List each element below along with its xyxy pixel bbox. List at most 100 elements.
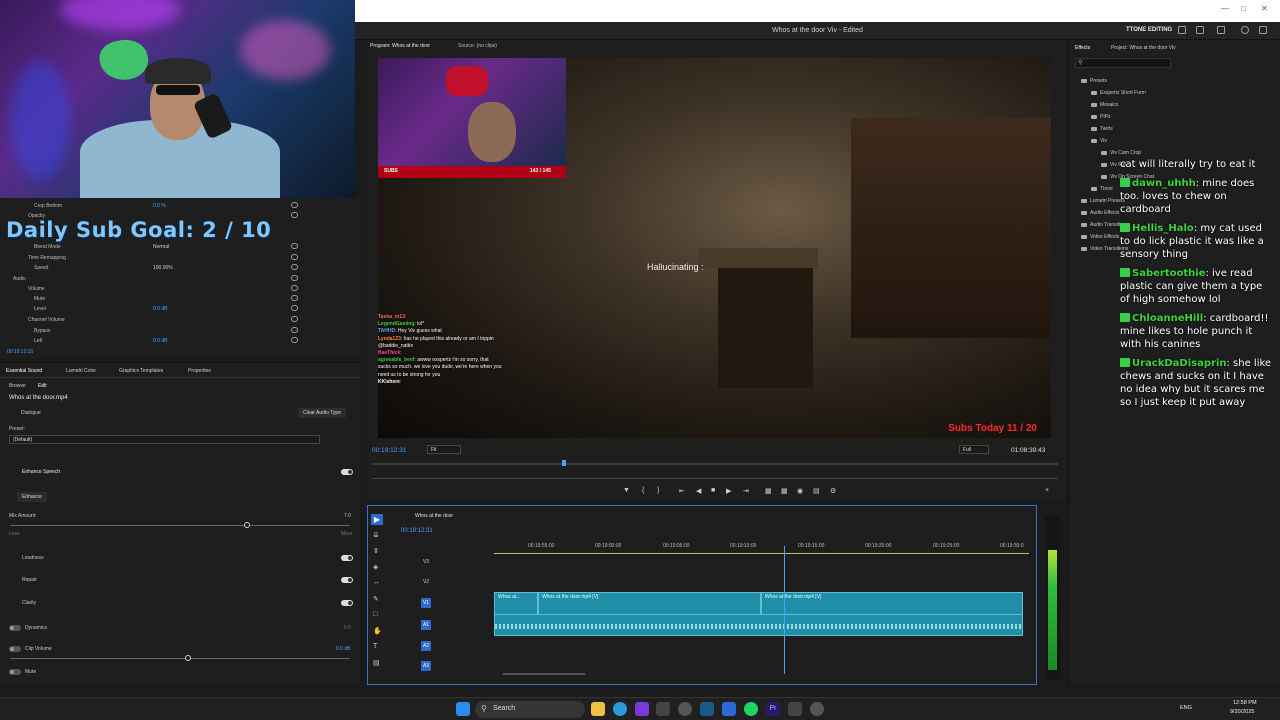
clip-volume-knob[interactable]: [185, 655, 191, 661]
effect-control-row[interactable]: Time Remapping: [0, 253, 355, 263]
search-icon[interactable]: [1241, 26, 1249, 34]
stop-icon[interactable]: ■: [711, 487, 715, 494]
taskbar-search[interactable]: ⚲ Search: [475, 701, 585, 718]
clip-volume-slider[interactable]: [10, 658, 350, 659]
settings-icon[interactable]: ⚙: [830, 487, 836, 495]
track-header-v3[interactable]: V3: [421, 557, 431, 567]
reset-icon[interactable]: [291, 327, 298, 333]
effects-tree-item[interactable]: PIPs: [1091, 114, 1111, 120]
reset-icon[interactable]: [291, 275, 298, 281]
work-area-bar[interactable]: [494, 553, 1029, 554]
file-explorer-icon[interactable]: [591, 702, 605, 716]
razor-tool-icon[interactable]: ◈: [373, 563, 378, 571]
reset-icon[interactable]: [291, 285, 298, 291]
tab-graphics-templates[interactable]: Graphics Templates: [119, 368, 163, 374]
tab-essential-sound[interactable]: Essential Sound: [6, 368, 42, 374]
tab-program[interactable]: Program: Whos at the door: [370, 43, 430, 49]
tab-lumetri-color[interactable]: Lumetri Color: [66, 368, 96, 374]
program-playhead[interactable]: [562, 460, 566, 466]
effect-control-row[interactable]: Level 0.0 dB: [0, 304, 355, 314]
clock-time[interactable]: 12:58 PM: [1233, 700, 1257, 706]
effects-tree-item[interactable]: Ttone: [1091, 186, 1113, 192]
track-header-a3[interactable]: A3: [421, 661, 431, 671]
sequence-tab[interactable]: Whos at the door: [415, 513, 453, 519]
effect-control-row[interactable]: Left 0.0 dB: [0, 336, 355, 346]
maximize-icon[interactable]: □: [1241, 4, 1246, 13]
timeline-timecode[interactable]: 00:19:12:31: [401, 528, 433, 534]
reset-icon[interactable]: [291, 212, 298, 218]
clip-volume-toggle[interactable]: [9, 646, 21, 652]
effects-tree-item[interactable]: Video Effects: [1081, 234, 1119, 240]
reset-icon[interactable]: [291, 316, 298, 322]
effects-search-input[interactable]: [1075, 58, 1171, 68]
effect-control-row[interactable]: Blend Mode Normal: [0, 242, 355, 252]
track-select-icon[interactable]: ⇊: [373, 531, 379, 539]
compare-icon[interactable]: ▤: [813, 487, 820, 495]
loudness-toggle[interactable]: [341, 555, 353, 561]
repair-label[interactable]: Repair: [22, 577, 37, 583]
caption-tool-icon[interactable]: ▤: [373, 659, 380, 667]
effect-control-value[interactable]: 0.0 dB: [153, 306, 167, 312]
clarity-label[interactable]: Clarity: [22, 600, 36, 606]
track-header-a1[interactable]: A1: [421, 620, 431, 630]
app-icon[interactable]: [722, 702, 736, 716]
effect-control-row[interactable]: Crop Bottom 0.0 %: [0, 201, 355, 211]
track-header-a2[interactable]: A2: [421, 641, 431, 651]
effect-control-value[interactable]: 100.00%: [153, 265, 173, 271]
window-icon[interactable]: [1178, 26, 1186, 34]
audio-clip[interactable]: [494, 614, 1023, 636]
program-timecode[interactable]: 00:19:12:31: [372, 447, 406, 454]
effect-controls-timecode[interactable]: 00:19:12:31: [7, 349, 33, 355]
app-icon[interactable]: [656, 702, 670, 716]
effect-control-row[interactable]: Bypass: [0, 326, 355, 336]
timeline-playhead[interactable]: [784, 546, 785, 674]
language-indicator[interactable]: ENG: [1180, 705, 1192, 711]
ripple-edit-icon[interactable]: ⇕: [373, 547, 379, 555]
clip-volume-value[interactable]: 0.0 dB: [336, 646, 350, 652]
app-icon[interactable]: [788, 702, 802, 716]
menu-icon[interactable]: [1217, 26, 1225, 34]
effects-tree-item[interactable]: Viv Cam Crop: [1101, 150, 1141, 156]
effect-control-value[interactable]: 0.0 %: [153, 203, 166, 209]
effects-tree-item[interactable]: Exspertz Short Form: [1091, 90, 1146, 96]
mix-amount-knob[interactable]: [244, 522, 250, 528]
reset-icon[interactable]: [291, 202, 298, 208]
pen-tool-icon[interactable]: ✎: [373, 595, 379, 603]
rectangle-tool-icon[interactable]: □: [373, 611, 377, 618]
resolution-dropdown[interactable]: Full: [959, 445, 989, 454]
reset-icon[interactable]: [291, 254, 298, 260]
loudness-label[interactable]: Loudness: [22, 555, 44, 561]
reset-icon[interactable]: [291, 337, 298, 343]
add-button-icon[interactable]: +: [1045, 487, 1049, 494]
mix-amount-slider[interactable]: [10, 525, 350, 526]
preset-dropdown[interactable]: (Default): [9, 435, 320, 444]
clear-audio-type-button[interactable]: Clear Audio Type: [298, 408, 346, 418]
mark-out-icon[interactable]: }: [657, 487, 659, 494]
video-clip[interactable]: Whos at the door.mp4 [V]: [538, 592, 761, 616]
step-back-icon[interactable]: ◀: [696, 487, 701, 495]
expand-icon[interactable]: [1259, 26, 1267, 34]
effect-control-row[interactable]: Speed 100.00%: [0, 263, 355, 273]
clarity-toggle[interactable]: [341, 600, 353, 606]
reset-icon[interactable]: [291, 264, 298, 270]
dynamics-toggle[interactable]: [9, 625, 21, 631]
effect-control-row[interactable]: Audio: [0, 274, 355, 284]
effect-control-value[interactable]: Normal: [153, 244, 169, 250]
reset-icon[interactable]: [291, 243, 298, 249]
track-header-v1[interactable]: V1: [421, 598, 431, 608]
effects-tree-item[interactable]: Mosaics: [1091, 102, 1118, 108]
mix-amount-value[interactable]: 7.0: [344, 513, 351, 519]
steam-icon[interactable]: [700, 702, 714, 716]
track-header-v2[interactable]: V2: [421, 577, 431, 587]
timeline-scrollbar[interactable]: [503, 673, 585, 675]
close-icon[interactable]: ✕: [1261, 4, 1268, 13]
camera-icon[interactable]: ◉: [797, 487, 803, 495]
effect-control-row[interactable]: Volume: [0, 284, 355, 294]
reset-icon[interactable]: [291, 305, 298, 311]
program-video-frame[interactable]: SUBS 143 / 145 Hallucinating : Subs Toda…: [378, 58, 1051, 438]
effect-control-row[interactable]: Channel Volume: [0, 315, 355, 325]
edge-icon[interactable]: [613, 702, 627, 716]
effect-control-row[interactable]: Mute: [0, 294, 355, 304]
subtab-edit[interactable]: Edit: [38, 383, 47, 389]
tab-project[interactable]: Project: Whos at the door Viv: [1111, 45, 1176, 51]
